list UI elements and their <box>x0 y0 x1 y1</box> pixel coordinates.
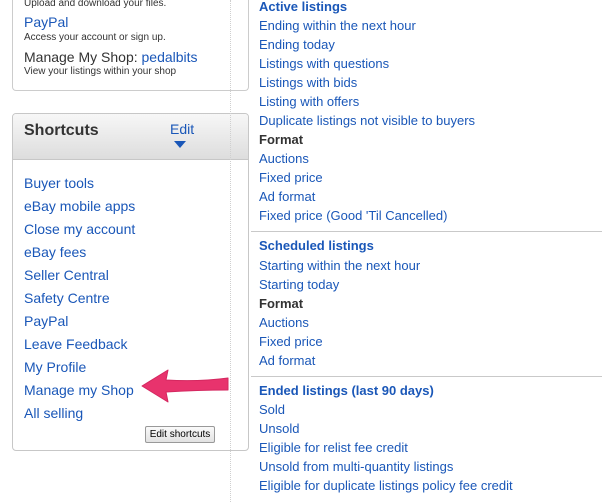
active-format-fixed-price[interactable]: Fixed price <box>259 170 323 185</box>
shortcut-ebay-fees[interactable]: eBay fees <box>24 244 86 260</box>
annotation-arrow-icon <box>141 369 229 403</box>
section-divider <box>251 231 602 232</box>
ended-sold[interactable]: Sold <box>259 402 285 417</box>
account-links-panel: Upload and download your files. PayPal A… <box>12 0 249 91</box>
scheduled-format-label: Format <box>259 296 304 311</box>
shortcut-close-account[interactable]: Close my account <box>24 221 135 237</box>
ended-unsold[interactable]: Unsold <box>259 421 299 436</box>
ended-relist-credit[interactable]: Eligible for relist fee credit <box>259 440 408 455</box>
shortcut-safety-centre[interactable]: Safety Centre <box>24 290 110 306</box>
active-listings-heading[interactable]: Active listings <box>259 0 347 14</box>
active-with-offers[interactable]: Listing with offers <box>259 94 359 109</box>
shortcut-all-selling[interactable]: All selling <box>24 405 83 421</box>
edit-shortcuts-button[interactable]: Edit shortcuts <box>145 426 215 443</box>
upload-desc: Upload and download your files. <box>24 0 167 9</box>
shortcut-paypal[interactable]: PayPal <box>24 313 68 329</box>
active-with-questions[interactable]: Listings with questions <box>259 56 389 71</box>
active-format-auctions[interactable]: Auctions <box>259 151 309 166</box>
active-format-fixed-gtc[interactable]: Fixed price (Good 'Til Cancelled) <box>259 208 447 223</box>
scheduled-format-fixed-price[interactable]: Fixed price <box>259 334 323 349</box>
ended-unsold-multi-qty[interactable]: Unsold from multi-quantity listings <box>259 459 453 474</box>
paypal-desc: Access your account or sign up. <box>24 32 166 43</box>
scheduled-starting-today[interactable]: Starting today <box>259 277 339 292</box>
shortcuts-title: Shortcuts <box>24 122 99 139</box>
active-format-ad-format[interactable]: Ad format <box>259 189 315 204</box>
shortcuts-header: Shortcuts Edit <box>13 114 248 160</box>
paypal-link[interactable]: PayPal <box>24 14 68 30</box>
scheduled-format-auctions[interactable]: Auctions <box>259 315 309 330</box>
shortcuts-edit-link[interactable]: Edit <box>170 121 194 137</box>
shop-name-link[interactable]: pedalbits <box>142 49 198 65</box>
active-duplicate-hidden[interactable]: Duplicate listings not visible to buyers <box>259 113 475 128</box>
shortcut-buyer-tools[interactable]: Buyer tools <box>24 175 94 191</box>
active-with-bids[interactable]: Listings with bids <box>259 75 357 90</box>
shortcut-seller-central[interactable]: Seller Central <box>24 267 109 283</box>
manage-shop-label: Manage My Shop: <box>24 49 138 65</box>
scheduled-listings-heading[interactable]: Scheduled listings <box>259 238 374 253</box>
active-ending-hour[interactable]: Ending within the next hour <box>259 18 416 33</box>
active-format-label: Format <box>259 132 304 147</box>
shortcut-manage-my-shop[interactable]: Manage my Shop <box>24 382 134 398</box>
manage-shop-row: Manage My Shop: pedalbits <box>24 49 198 65</box>
shortcut-ebay-mobile-apps[interactable]: eBay mobile apps <box>24 198 135 214</box>
manage-shop-desc: View your listings within your shop <box>24 66 177 77</box>
ended-listings-heading[interactable]: Ended listings (last 90 days) <box>259 383 434 398</box>
active-ending-today[interactable]: Ending today <box>259 37 335 52</box>
section-divider <box>251 376 602 377</box>
ended-duplicate-fee-credit[interactable]: Eligible for duplicate listings policy f… <box>259 478 513 493</box>
chevron-down-icon[interactable] <box>174 141 186 148</box>
scheduled-starting-hour[interactable]: Starting within the next hour <box>259 258 420 273</box>
scheduled-format-ad-format[interactable]: Ad format <box>259 353 315 368</box>
shortcut-leave-feedback[interactable]: Leave Feedback <box>24 336 128 352</box>
column-divider <box>230 0 231 502</box>
shortcut-my-profile[interactable]: My Profile <box>24 359 86 375</box>
